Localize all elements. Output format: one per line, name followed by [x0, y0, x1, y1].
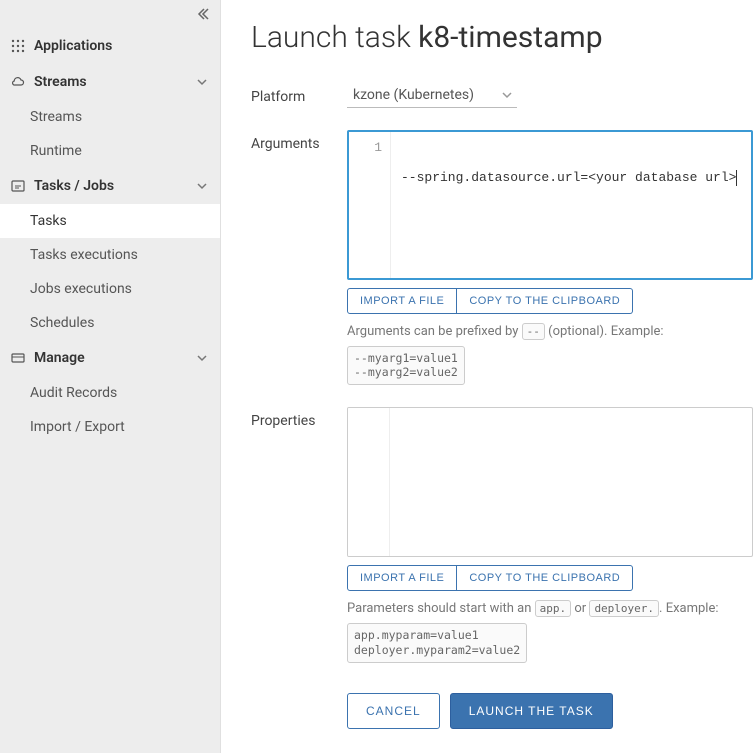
- nav-item-import-export[interactable]: Import / Export: [0, 410, 220, 444]
- page-title-prefix: Launch task: [251, 20, 418, 55]
- properties-help: Parameters should start with an app. or …: [347, 599, 753, 662]
- nav-manage[interactable]: Manage: [0, 340, 220, 376]
- arguments-content[interactable]: --spring.datasource.url=<your database u…: [391, 132, 751, 278]
- tasks-icon: [10, 178, 26, 194]
- arguments-line-1: --spring.datasource.url=<your database u…: [401, 170, 736, 186]
- nav-item-runtime[interactable]: Runtime: [0, 134, 220, 168]
- arguments-gutter: 1: [349, 132, 391, 278]
- nav-item-audit-records[interactable]: Audit Records: [0, 376, 220, 410]
- arguments-label: Arguments: [251, 130, 347, 385]
- platform-label: Platform: [251, 83, 347, 108]
- platform-select[interactable]: kzone (Kubernetes): [347, 83, 517, 108]
- inline-code: app.: [535, 600, 572, 617]
- nav-streams[interactable]: Streams: [0, 64, 220, 100]
- nav-streams-label: Streams: [34, 74, 194, 90]
- properties-label: Properties: [251, 407, 347, 662]
- properties-gutter: [348, 408, 390, 556]
- properties-example: app.myparam=value1 deployer.myparam2=val…: [347, 623, 527, 663]
- nav-applications-label: Applications: [34, 38, 210, 54]
- main-content: Launch task k8-timestamp Platform kzone …: [221, 0, 753, 753]
- nav-tasks-jobs-label: Tasks / Jobs: [34, 178, 194, 194]
- nav-item-tasks-executions[interactable]: Tasks executions: [0, 238, 220, 272]
- page-title-task-name: k8-timestamp: [418, 20, 602, 55]
- nav-item-streams[interactable]: Streams: [0, 100, 220, 134]
- sidebar: Applications Streams Streams Runtime Tas…: [0, 0, 221, 753]
- cancel-button[interactable]: CANCEL: [347, 693, 440, 729]
- launch-task-button[interactable]: LAUNCH THE TASK: [450, 693, 613, 729]
- cloud-icon: [10, 74, 26, 90]
- nav-manage-label: Manage: [34, 350, 194, 366]
- nav-item-tasks[interactable]: Tasks: [0, 204, 220, 238]
- line-number: 1: [349, 140, 382, 155]
- chevron-down-icon: [194, 74, 210, 90]
- arguments-editor[interactable]: 1 --spring.datasource.url=<your database…: [347, 130, 753, 280]
- properties-copy-clipboard-button[interactable]: COPY TO THE CLIPBOARD: [457, 565, 633, 591]
- nav-applications[interactable]: Applications: [0, 28, 220, 64]
- arguments-help: Arguments can be prefixed by -- (optiona…: [347, 322, 753, 385]
- text-cursor: [736, 170, 737, 186]
- arguments-import-file-button[interactable]: IMPORT A FILE: [347, 288, 457, 314]
- arguments-copy-clipboard-button[interactable]: COPY TO THE CLIPBOARD: [457, 288, 633, 314]
- nav-tasks-jobs[interactable]: Tasks / Jobs: [0, 168, 220, 204]
- platform-value: kzone (Kubernetes): [353, 87, 474, 103]
- chevron-down-icon: [501, 89, 513, 101]
- page-title: Launch task k8-timestamp: [251, 20, 753, 55]
- arguments-example: --myarg1=value1 --myarg2=value2: [347, 346, 465, 386]
- chevron-down-icon: [194, 350, 210, 366]
- nav-item-jobs-executions[interactable]: Jobs executions: [0, 272, 220, 306]
- collapse-sidebar-icon[interactable]: [196, 7, 210, 21]
- chevron-down-icon: [194, 178, 210, 194]
- nav-item-schedules[interactable]: Schedules: [0, 306, 220, 340]
- properties-content[interactable]: [390, 408, 752, 556]
- properties-import-file-button[interactable]: IMPORT A FILE: [347, 565, 457, 591]
- inline-code: --: [522, 323, 545, 340]
- inline-code: deployer.: [589, 600, 659, 617]
- grid-icon: [10, 38, 26, 54]
- manage-icon: [10, 350, 26, 366]
- properties-editor[interactable]: [347, 407, 753, 557]
